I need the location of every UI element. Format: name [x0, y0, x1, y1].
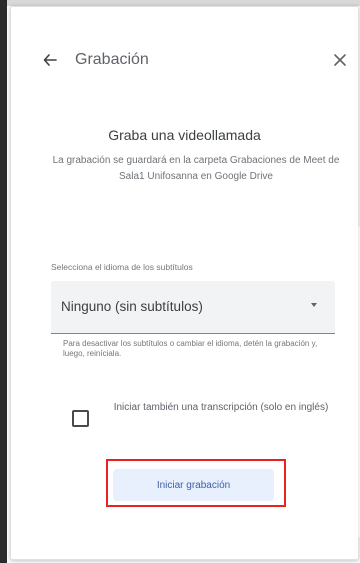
panel-title: Grabación [75, 51, 149, 68]
subtitle-language-dropdown[interactable]: Ninguno (sin subtítulos) [51, 281, 335, 334]
start-recording-button[interactable]: Iniciar grabación [113, 469, 274, 501]
screenshot-frame: Grabación Graba una videollamada La grab… [0, 0, 360, 563]
panel-header: Grabación [11, 7, 358, 97]
subtitle-help-text: Para desactivar los subtítulos o cambiar… [63, 339, 318, 358]
close-icon [334, 54, 346, 66]
window-left-edge [0, 0, 7, 563]
transcription-checkbox[interactable] [72, 410, 89, 427]
back-button[interactable] [37, 47, 63, 73]
recording-panel: Grabación Graba una videollamada La grab… [10, 6, 360, 560]
section-title: Graba una videollamada [108, 127, 261, 143]
chevron-down-icon [311, 303, 317, 307]
close-button[interactable] [329, 49, 351, 71]
transcription-label[interactable]: Iniciar también una transcripción (solo … [101, 400, 341, 416]
language-label: Selecciona el idioma de los subtítulos [51, 262, 193, 272]
arrow-left-icon [43, 54, 57, 66]
section-description: La grabación se guardará en la carpeta G… [52, 155, 340, 182]
dropdown-selected-value: Ninguno (sin subtítulos) [61, 299, 203, 314]
